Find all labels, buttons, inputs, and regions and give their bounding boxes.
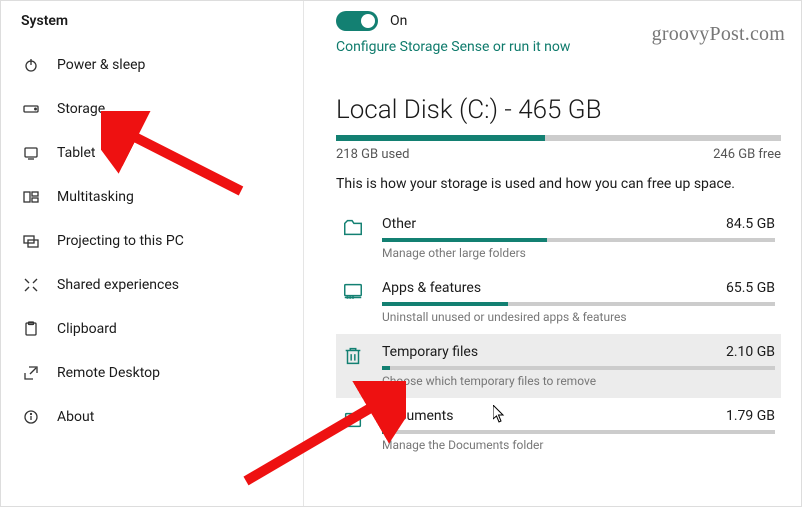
trash-icon (342, 345, 364, 367)
info-icon (23, 409, 39, 425)
category-bar (382, 430, 775, 434)
category-sub: Manage other large folders (382, 246, 775, 260)
category-size: 84.5 GB (726, 216, 775, 232)
disk-free: 246 GB free (713, 147, 781, 162)
sidebar-item-label: About (57, 409, 94, 425)
sidebar: System Power & sleep Storage Tablet Mult… (1, 1, 304, 506)
disk-usage-fill (336, 135, 545, 141)
storage-sense-toggle-row: On (336, 11, 781, 31)
category-documents[interactable]: Documents 1.79 GB Manage the Documents f… (336, 398, 781, 462)
category-bar (382, 366, 775, 370)
sidebar-title: System (1, 13, 303, 43)
documents-icon (342, 409, 364, 431)
sidebar-item-label: Tablet (57, 145, 95, 161)
disk-used: 218 GB used (336, 147, 409, 162)
sidebar-item-power-sleep[interactable]: Power & sleep (1, 43, 303, 87)
disk-stats: 218 GB used 246 GB free (336, 147, 781, 162)
power-icon (23, 57, 39, 73)
category-other[interactable]: Other 84.5 GB Manage other large folders (336, 206, 781, 270)
remote-desktop-icon (23, 365, 39, 381)
sidebar-item-label: Storage (57, 101, 105, 117)
folder-icon (342, 217, 364, 239)
category-apps-features[interactable]: Apps & features 65.5 GB Uninstall unused… (336, 270, 781, 334)
category-sub: Uninstall unused or undesired apps & fea… (382, 310, 775, 324)
category-temporary-files[interactable]: Temporary files 2.10 GB Choose which tem… (336, 334, 781, 398)
apps-icon (342, 281, 364, 303)
sidebar-item-storage[interactable]: Storage (1, 87, 303, 131)
tablet-icon (23, 145, 39, 161)
disk-usage-bar (336, 135, 781, 141)
category-size: 1.79 GB (726, 408, 775, 424)
toggle-label: On (390, 13, 407, 29)
category-name: Apps & features (382, 280, 481, 296)
multitasking-icon (23, 189, 39, 205)
sidebar-item-remote-desktop[interactable]: Remote Desktop (1, 351, 303, 395)
category-bar (382, 302, 775, 306)
category-size: 2.10 GB (726, 344, 775, 360)
sidebar-item-about[interactable]: About (1, 395, 303, 439)
category-name: Documents (382, 408, 453, 424)
category-name: Other (382, 216, 416, 232)
clipboard-icon (23, 321, 39, 337)
sidebar-item-shared-experiences[interactable]: Shared experiences (1, 263, 303, 307)
content: On Configure Storage Sense or run it now… (304, 1, 801, 506)
category-name: Temporary files (382, 344, 478, 360)
sidebar-item-multitasking[interactable]: Multitasking (1, 175, 303, 219)
category-bar (382, 238, 775, 242)
sidebar-item-label: Clipboard (57, 321, 117, 337)
sidebar-item-tablet[interactable]: Tablet (1, 131, 303, 175)
sidebar-item-label: Remote Desktop (57, 365, 160, 381)
category-sub: Manage the Documents folder (382, 438, 775, 452)
storage-icon (23, 101, 39, 117)
storage-sense-toggle[interactable] (336, 11, 378, 31)
category-sub: Choose which temporary files to remove (382, 374, 775, 388)
sidebar-item-label: Shared experiences (57, 277, 179, 293)
configure-storage-sense-link[interactable]: Configure Storage Sense or run it now (336, 39, 570, 55)
disk-title: Local Disk (C:) - 465 GB (336, 95, 781, 125)
sidebar-item-label: Projecting to this PC (57, 233, 184, 249)
sidebar-item-projecting[interactable]: Projecting to this PC (1, 219, 303, 263)
shared-experiences-icon (23, 277, 39, 293)
sidebar-item-clipboard[interactable]: Clipboard (1, 307, 303, 351)
sidebar-item-label: Power & sleep (57, 57, 145, 73)
category-size: 65.5 GB (726, 280, 775, 296)
storage-explain: This is how your storage is used and how… (336, 176, 781, 192)
projecting-icon (23, 233, 39, 249)
sidebar-item-label: Multitasking (57, 189, 134, 205)
